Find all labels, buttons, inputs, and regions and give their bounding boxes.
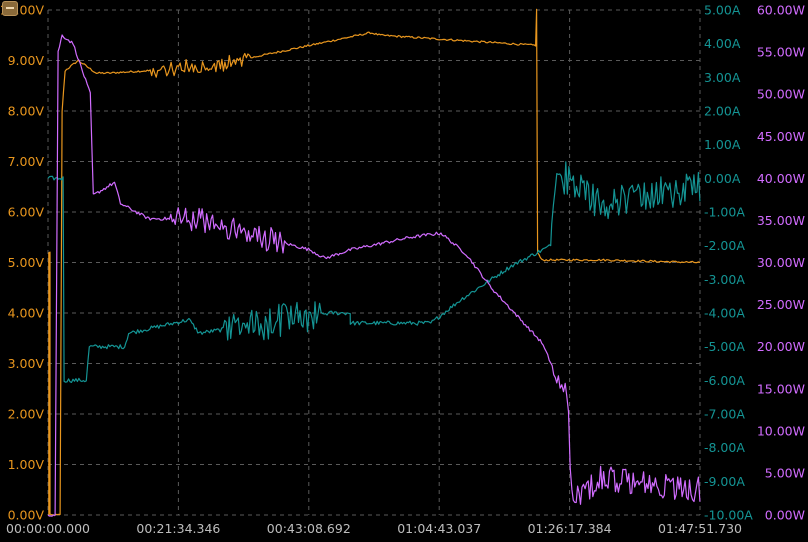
- voltage-tick-label: 7.00V: [8, 154, 45, 169]
- current-tick-label: -9.00A: [704, 474, 745, 489]
- power-tick-label: 40.00W: [757, 171, 805, 186]
- voltage-tick-label: 8.00V: [8, 104, 45, 119]
- x-tick-label: 01:04:43.037: [397, 521, 481, 536]
- current-tick-label: -6.00A: [704, 373, 745, 388]
- x-tick-label: 00:43:08.692: [267, 521, 351, 536]
- current-tick-label: -5.00A: [704, 339, 745, 354]
- power-tick-label: 35.00W: [757, 213, 805, 228]
- power-tick-label: 50.00W: [757, 87, 805, 102]
- power-tick-label: 5.00W: [765, 465, 805, 480]
- x-tick-label: 00:21:34.346: [136, 521, 220, 536]
- current-tick-label: -7.00A: [704, 407, 745, 422]
- current-tick-label: 2.00A: [704, 104, 741, 119]
- current-tick-label: 0.00A: [704, 171, 741, 186]
- voltage-tick-label: 6.00V: [8, 205, 45, 220]
- voltage-tick-label: 2.00V: [8, 407, 45, 422]
- current-tick-label: -1.00A: [704, 205, 745, 220]
- current-tick-label: -4.00A: [704, 306, 745, 321]
- voltage-tick-label: 9.00V: [8, 53, 45, 68]
- current-tick-label: 5.00A: [704, 3, 741, 18]
- x-tick-label: 01:26:17.384: [528, 521, 612, 536]
- power-tick-label: 10.00W: [757, 423, 805, 438]
- power-tick-label: 0.00W: [765, 508, 805, 523]
- voltage-tick-label: 4.00V: [8, 306, 45, 321]
- corner-collapse-icon[interactable]: [2, 1, 18, 16]
- current-tick-label: -10.00A: [704, 508, 753, 523]
- current-tick-label: 3.00A: [704, 70, 741, 85]
- tick-labels: 00:00:00.000 00:21:34.346 00:43:08.692 01:0…: [0, 3, 805, 537]
- x-tick-label: 01:47:51.730: [658, 521, 742, 536]
- power-tick-label: 20.00W: [757, 339, 805, 354]
- voltage-tick-label: 3.00V: [8, 356, 45, 371]
- power-tick-label: 15.00W: [757, 381, 805, 396]
- current-series-line: [47, 161, 701, 383]
- power-tick-label: 30.00W: [757, 255, 805, 270]
- voltage-tick-label: 5.00V: [8, 255, 45, 270]
- current-tick-label: 1.00A: [704, 137, 741, 152]
- current-tick-label: -2.00A: [704, 238, 745, 253]
- power-profile-chart: 00:00:00.000 00:21:34.346 00:43:08.692 01:0…: [0, 3, 805, 537]
- voltage-tick-label: 1.00V: [8, 457, 45, 472]
- current-tick-label: 4.00A: [704, 36, 741, 51]
- x-tick-label: 00:00:00.000: [6, 521, 90, 536]
- power-tick-label: 25.00W: [757, 297, 805, 312]
- current-tick-label: -8.00A: [704, 440, 745, 455]
- grid: [47, 9, 701, 516]
- power-series-line: [47, 34, 701, 517]
- power-tick-label: 60.00W: [757, 3, 805, 18]
- power-tick-label: 45.00W: [757, 129, 805, 144]
- voltage-tick-label: 0.00V: [8, 508, 45, 523]
- current-tick-label: -3.00A: [704, 272, 745, 287]
- power-tick-label: 55.00W: [757, 45, 805, 60]
